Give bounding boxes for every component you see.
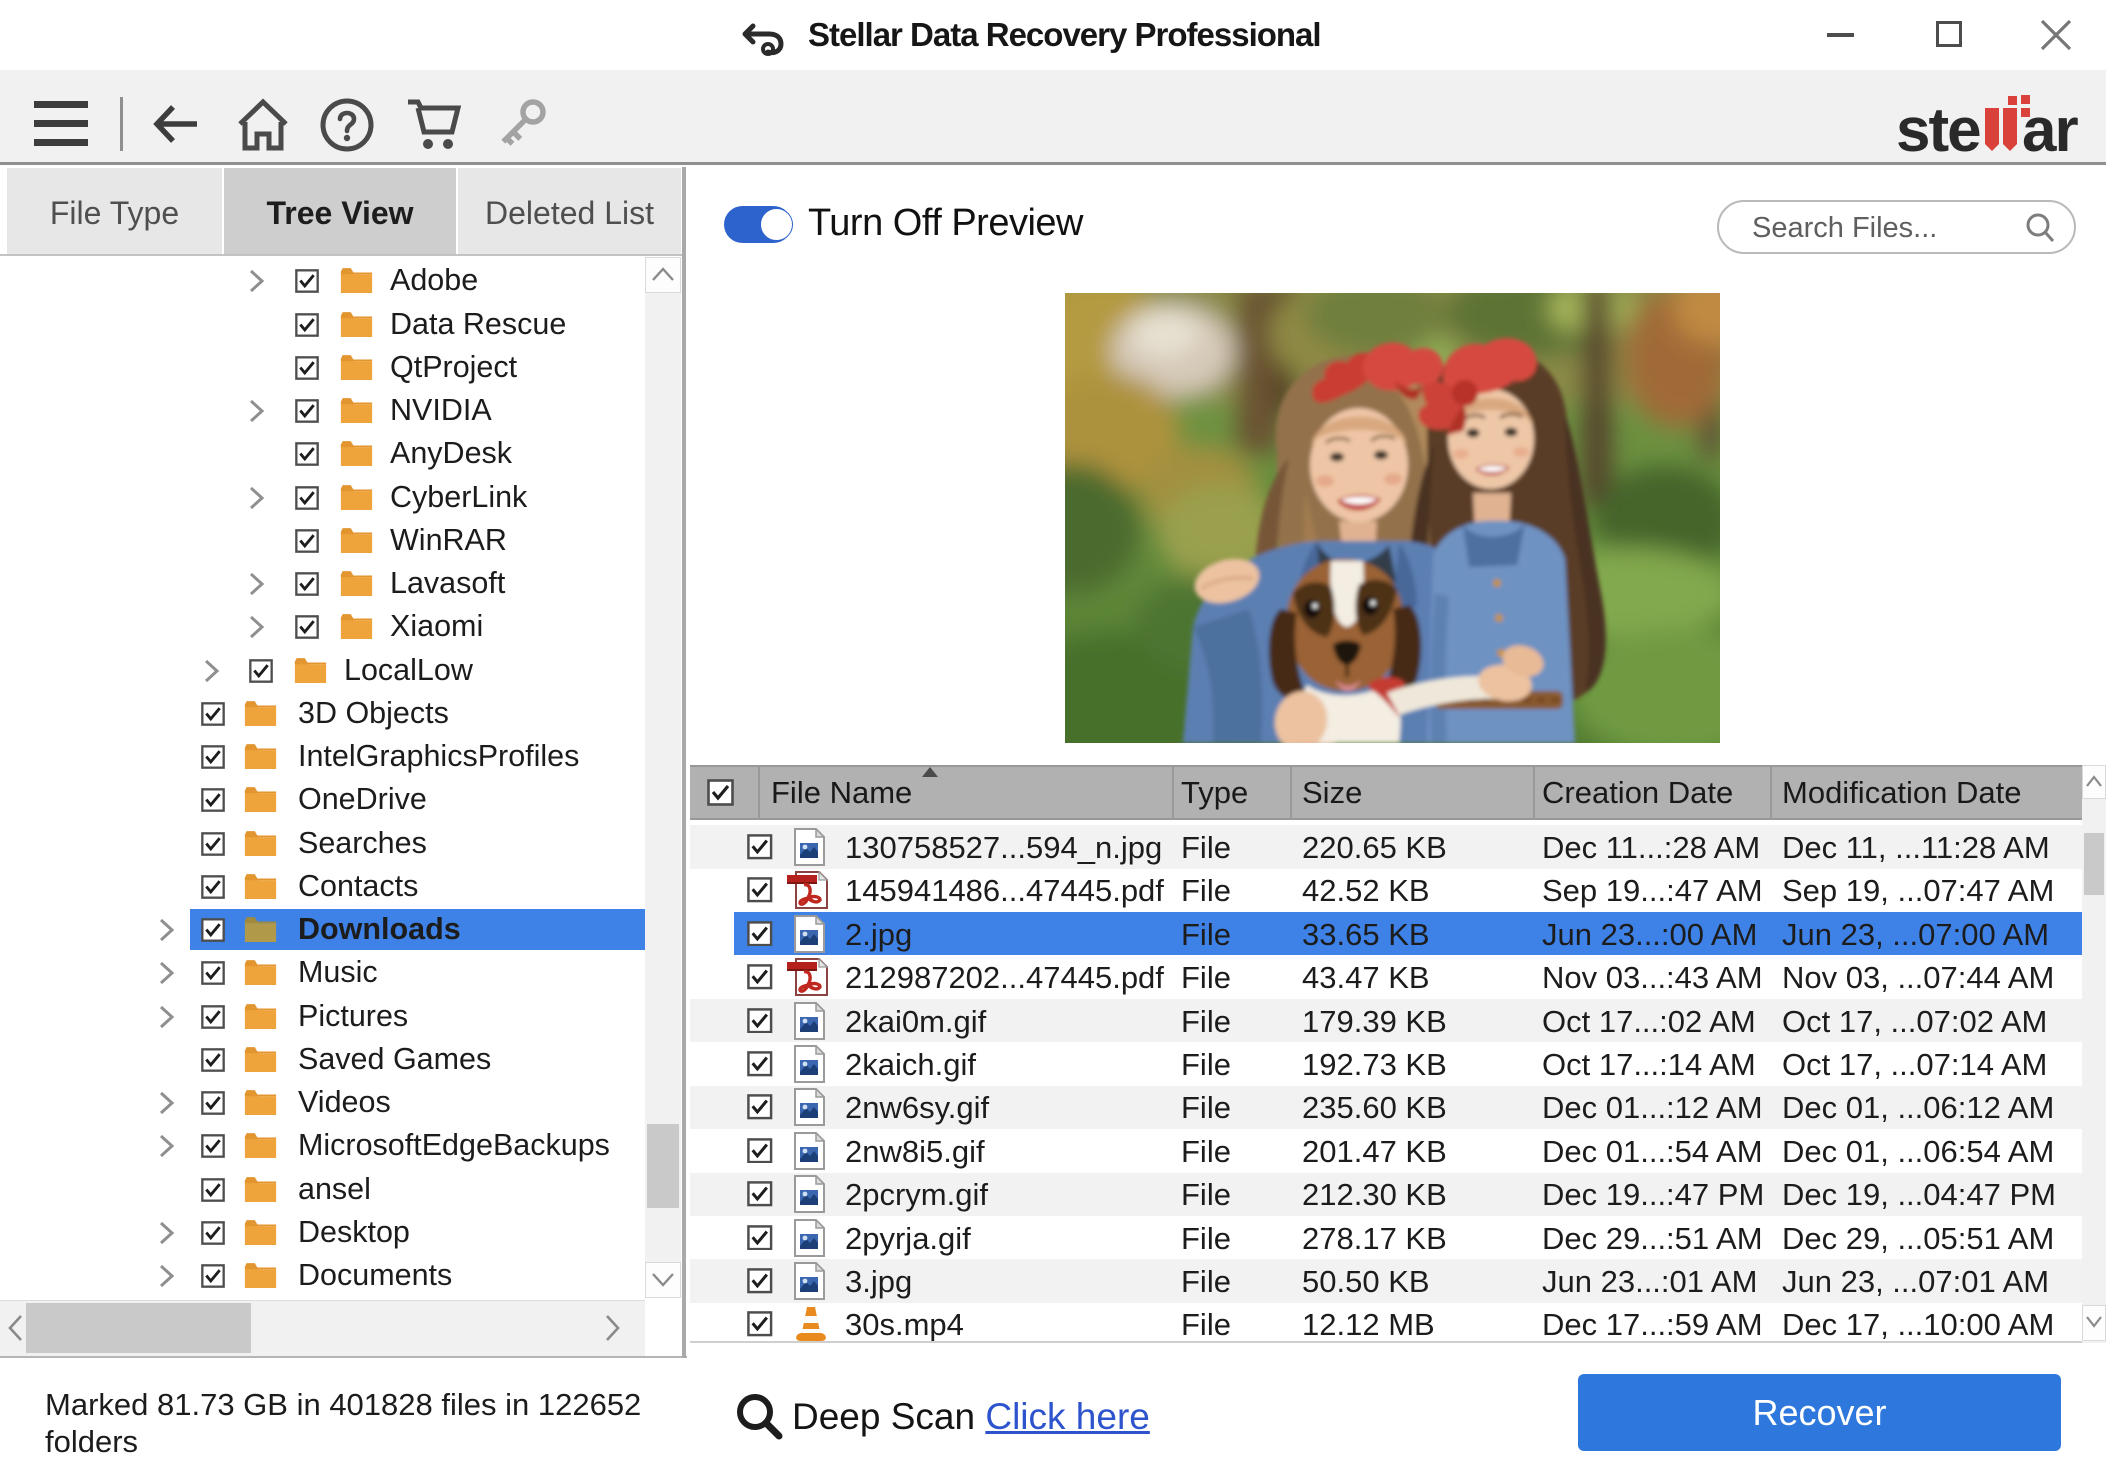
svg-text:ar: ar xyxy=(2022,96,2078,162)
svg-text:ste: ste xyxy=(1896,96,1980,162)
